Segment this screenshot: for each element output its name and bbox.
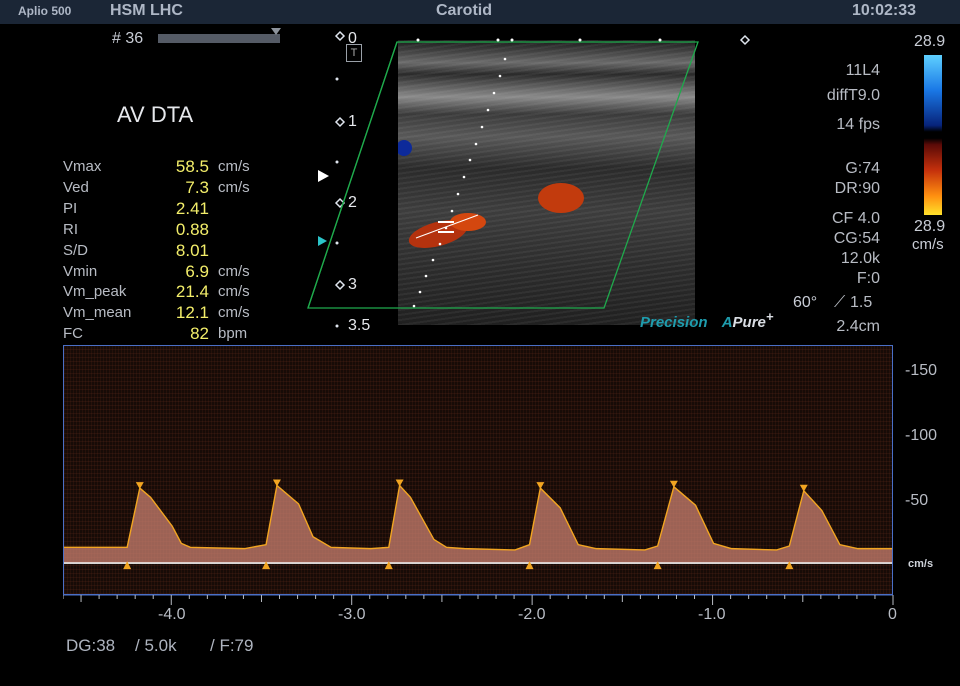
prf: 12.0k: [840, 250, 880, 267]
doppler-spectrum[interactable]: [63, 345, 893, 595]
color-roi-box[interactable]: [300, 34, 720, 314]
doppler-gain: DG:38: [66, 636, 116, 655]
measurement-row: S/D 8.01: [63, 240, 303, 262]
title-bar: Aplio 500 HSM LHC Carotid 10:02:33: [0, 0, 960, 24]
measurement-label: RI: [63, 220, 78, 238]
depth-value: 2.4cm: [836, 318, 880, 335]
probe-model: 11L4: [845, 62, 880, 79]
measurement-row: Ved 7.3 cm/s: [63, 177, 303, 199]
peak-marker[interactable]: [536, 482, 545, 490]
frame-rate: 14 fps: [836, 116, 880, 133]
measurement-value: 0.88: [175, 219, 209, 239]
measurement-title: AV DTA: [117, 102, 194, 127]
time-axis: [63, 594, 894, 605]
velocity-axis: -150 -100 -50 cm/s: [898, 345, 960, 595]
exam-name: Carotid: [436, 2, 492, 19]
system-name: Aplio 500: [18, 4, 72, 18]
measurement-label: FC: [63, 325, 83, 343]
measurement-row: Vm_mean 12.1 cm/s: [63, 303, 303, 324]
peak-marker[interactable]: [272, 479, 281, 487]
measurement-label: Vm_peak: [63, 283, 127, 301]
sample-volume-icon: ⟋: [834, 294, 846, 311]
measurement-row: FC 82 bpm: [63, 324, 303, 345]
measurement-label: S/D: [63, 241, 89, 259]
gain: G:74: [845, 160, 880, 177]
x-tick-label: 0: [888, 606, 897, 623]
measurement-value: 2.41: [175, 198, 209, 218]
x-tick-label: -2.0: [518, 606, 546, 623]
x-tick-label: -1.0: [698, 606, 726, 623]
measurement-value: 21.4: [175, 282, 209, 302]
doppler-filter: / F:79: [210, 636, 254, 655]
color-scale-top-value: 28.9: [914, 33, 946, 50]
measurement-unit: cm/s: [218, 283, 250, 301]
brand-pure-prefix: A: [721, 314, 733, 331]
measurement-value: 6.9: [185, 261, 209, 281]
depth-label-3-5: 3.5: [348, 317, 371, 334]
measurement-row: Vmax 58.5 cm/s: [63, 157, 303, 178]
measurement-unit: cm/s: [218, 304, 250, 322]
peak-marker[interactable]: [669, 480, 678, 488]
x-tick-label: -3.0: [338, 606, 366, 623]
envelope-trace: [64, 483, 892, 551]
measurement-label: Vm_mean: [63, 304, 132, 322]
measurement-label: Vmax: [63, 158, 102, 175]
y-tick-label: -50: [905, 492, 929, 509]
clock: 10:02:33: [852, 2, 917, 19]
brand-precision: Precision: [640, 314, 708, 331]
cine-slider-marker-icon[interactable]: [271, 28, 281, 35]
peak-marker[interactable]: [799, 484, 808, 492]
measurement-label: Vmin: [63, 262, 98, 280]
steer-angle: 60°: [793, 294, 818, 311]
measurement-value: 7.3: [185, 177, 209, 197]
peak-marker[interactable]: [395, 479, 404, 487]
roi-corner-marker-icon: [739, 34, 751, 46]
sample-volume: 1.5: [850, 294, 873, 311]
probe-preset: diffT9.0: [826, 87, 880, 104]
measurement-value: 58.5: [175, 157, 209, 176]
brand-pure: Pure: [732, 314, 766, 331]
color-frequency: CF 4.0: [831, 210, 880, 227]
y-tick-label: -150: [905, 362, 938, 379]
measurement-row: PI 2.41: [63, 198, 303, 220]
spectrum-fill: [64, 485, 892, 564]
measurement-value: 12.1: [175, 303, 209, 323]
color-scale-bottom-value: 28.9: [914, 218, 946, 235]
frame-index: # 36: [112, 30, 144, 47]
measurement-unit: bpm: [218, 325, 248, 343]
color-scale-bar: [924, 55, 942, 215]
peak-marker[interactable]: [135, 482, 144, 490]
y-tick-label: -100: [905, 427, 938, 444]
measurement-value: 82: [190, 324, 209, 344]
x-tick-label: -4.0: [158, 606, 186, 623]
measurement-value: 8.01: [175, 240, 209, 260]
filter: F:0: [856, 270, 880, 287]
measurement-unit: cm/s: [218, 262, 250, 280]
measurement-row: Vm_peak 21.4 cm/s: [63, 282, 303, 303]
color-gain: CG:54: [833, 230, 880, 247]
measurement-label: Ved: [63, 178, 89, 196]
measurement-row: RI 0.88: [63, 219, 303, 241]
velocity-unit: cm/s: [908, 558, 934, 570]
cine-slider[interactable]: [158, 34, 280, 43]
brand-logo: Precision APure+: [640, 309, 774, 331]
doppler-prf: / 5.0k: [135, 636, 177, 655]
spectrum-plot: [64, 479, 892, 570]
facility-name: HSM LHC: [110, 2, 183, 19]
measurement-label: PI: [63, 199, 78, 217]
measurement-unit: cm/s: [218, 178, 250, 196]
dynamic-range: DR:90: [834, 180, 880, 197]
measurement-unit: cm/s: [218, 158, 250, 175]
color-scale-unit: cm/s: [912, 236, 944, 253]
measurement-row: Vmin 6.9 cm/s: [63, 261, 303, 283]
